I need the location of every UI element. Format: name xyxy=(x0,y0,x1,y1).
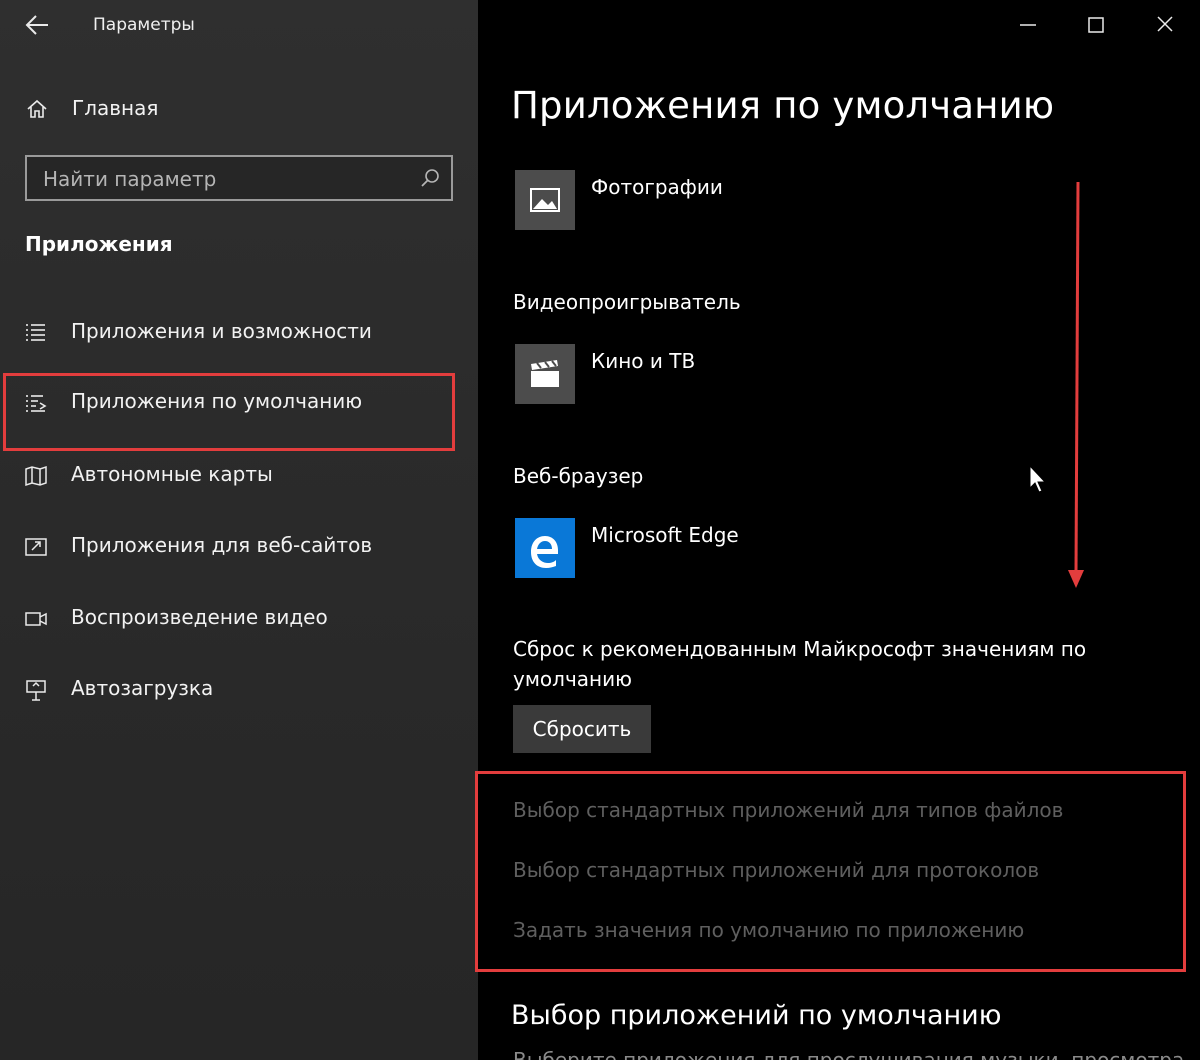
maximize-icon xyxy=(1088,17,1104,33)
section-heading: Выбор приложений по умолчанию xyxy=(511,1000,1002,1031)
minimize-button[interactable] xyxy=(1011,8,1045,42)
sidebar-item-startup[interactable]: Автозагрузка xyxy=(0,662,478,718)
sidebar-item-label: Автозагрузка xyxy=(71,676,214,700)
close-button[interactable] xyxy=(1148,8,1182,42)
clapperboard-icon xyxy=(531,360,559,387)
reset-description: Сброс к рекомендованным Майкрософт значе… xyxy=(513,637,1087,691)
photo-app-name[interactable]: Фотографии xyxy=(591,175,723,199)
browser-app-tile[interactable] xyxy=(515,518,575,578)
maximize-button[interactable] xyxy=(1079,8,1113,42)
sidebar-item-label: Приложения и возможности xyxy=(71,319,372,343)
list-icon xyxy=(26,324,45,341)
sidebar-item-default-apps[interactable]: Приложения по умолчанию xyxy=(0,373,478,451)
default-apps-icon xyxy=(26,395,47,412)
arrow-left-icon xyxy=(25,15,48,35)
sidebar-item-home[interactable]: Главная xyxy=(0,88,478,132)
reset-button[interactable]: Сбросить xyxy=(513,705,651,753)
video-app-name[interactable]: Кино и ТВ xyxy=(591,349,695,373)
search-placeholder: Найти параметр xyxy=(43,167,217,191)
sidebar-item-web-apps[interactable]: Приложения для веб-сайтов xyxy=(0,519,478,575)
sidebar-item-offline-maps[interactable]: Автономные карты xyxy=(0,448,478,504)
sidebar-item-label: Главная xyxy=(72,96,159,120)
photo-icon xyxy=(530,188,560,212)
mouse-cursor-icon xyxy=(1029,464,1047,493)
video-camera-icon xyxy=(25,612,47,626)
link-protocols[interactable]: Выбор стандартных приложений для протоко… xyxy=(513,858,1039,882)
close-icon xyxy=(1157,16,1173,32)
startup-icon xyxy=(26,680,46,701)
sidebar-item-label: Автономные карты xyxy=(71,462,273,486)
sidebar-item-label: Приложения по умолчанию xyxy=(71,389,363,413)
link-by-app[interactable]: Задать значения по умолчанию по приложен… xyxy=(513,918,1024,942)
video-app-tile[interactable] xyxy=(515,344,575,404)
section-title: Приложения xyxy=(25,232,173,256)
sidebar-item-label: Воспроизведение видео xyxy=(71,605,328,629)
edge-icon xyxy=(531,536,558,568)
video-player-label: Видеопроигрыватель xyxy=(513,290,741,314)
minimize-icon xyxy=(1020,24,1036,26)
app-title: Параметры xyxy=(93,15,195,35)
link-file-types[interactable]: Выбор стандартных приложений для типов ф… xyxy=(513,798,1063,822)
home-icon xyxy=(27,99,47,118)
web-app-icon xyxy=(25,538,47,556)
search-input[interactable]: Найти параметр xyxy=(25,155,453,201)
page-title: Приложения по умолчанию xyxy=(511,84,1055,127)
down-arrow-annotation xyxy=(1068,181,1084,588)
sidebar-item-apps-features[interactable]: Приложения и возможности xyxy=(0,305,478,361)
browser-app-name[interactable]: Microsoft Edge xyxy=(591,523,739,547)
back-button[interactable] xyxy=(24,12,52,38)
sidebar-item-video-playback[interactable]: Воспроизведение видео xyxy=(0,591,478,647)
section-description: Выберите приложения для прослушивания му… xyxy=(513,1048,1185,1060)
sidebar-item-label: Приложения для веб-сайтов xyxy=(71,533,373,557)
map-icon xyxy=(25,465,47,487)
web-browser-label: Веб-браузер xyxy=(513,464,644,488)
search-icon[interactable] xyxy=(419,167,441,189)
photo-app-tile[interactable] xyxy=(515,170,575,230)
sidebar: Параметры Главная Найти параметр Приложе… xyxy=(0,0,478,1060)
